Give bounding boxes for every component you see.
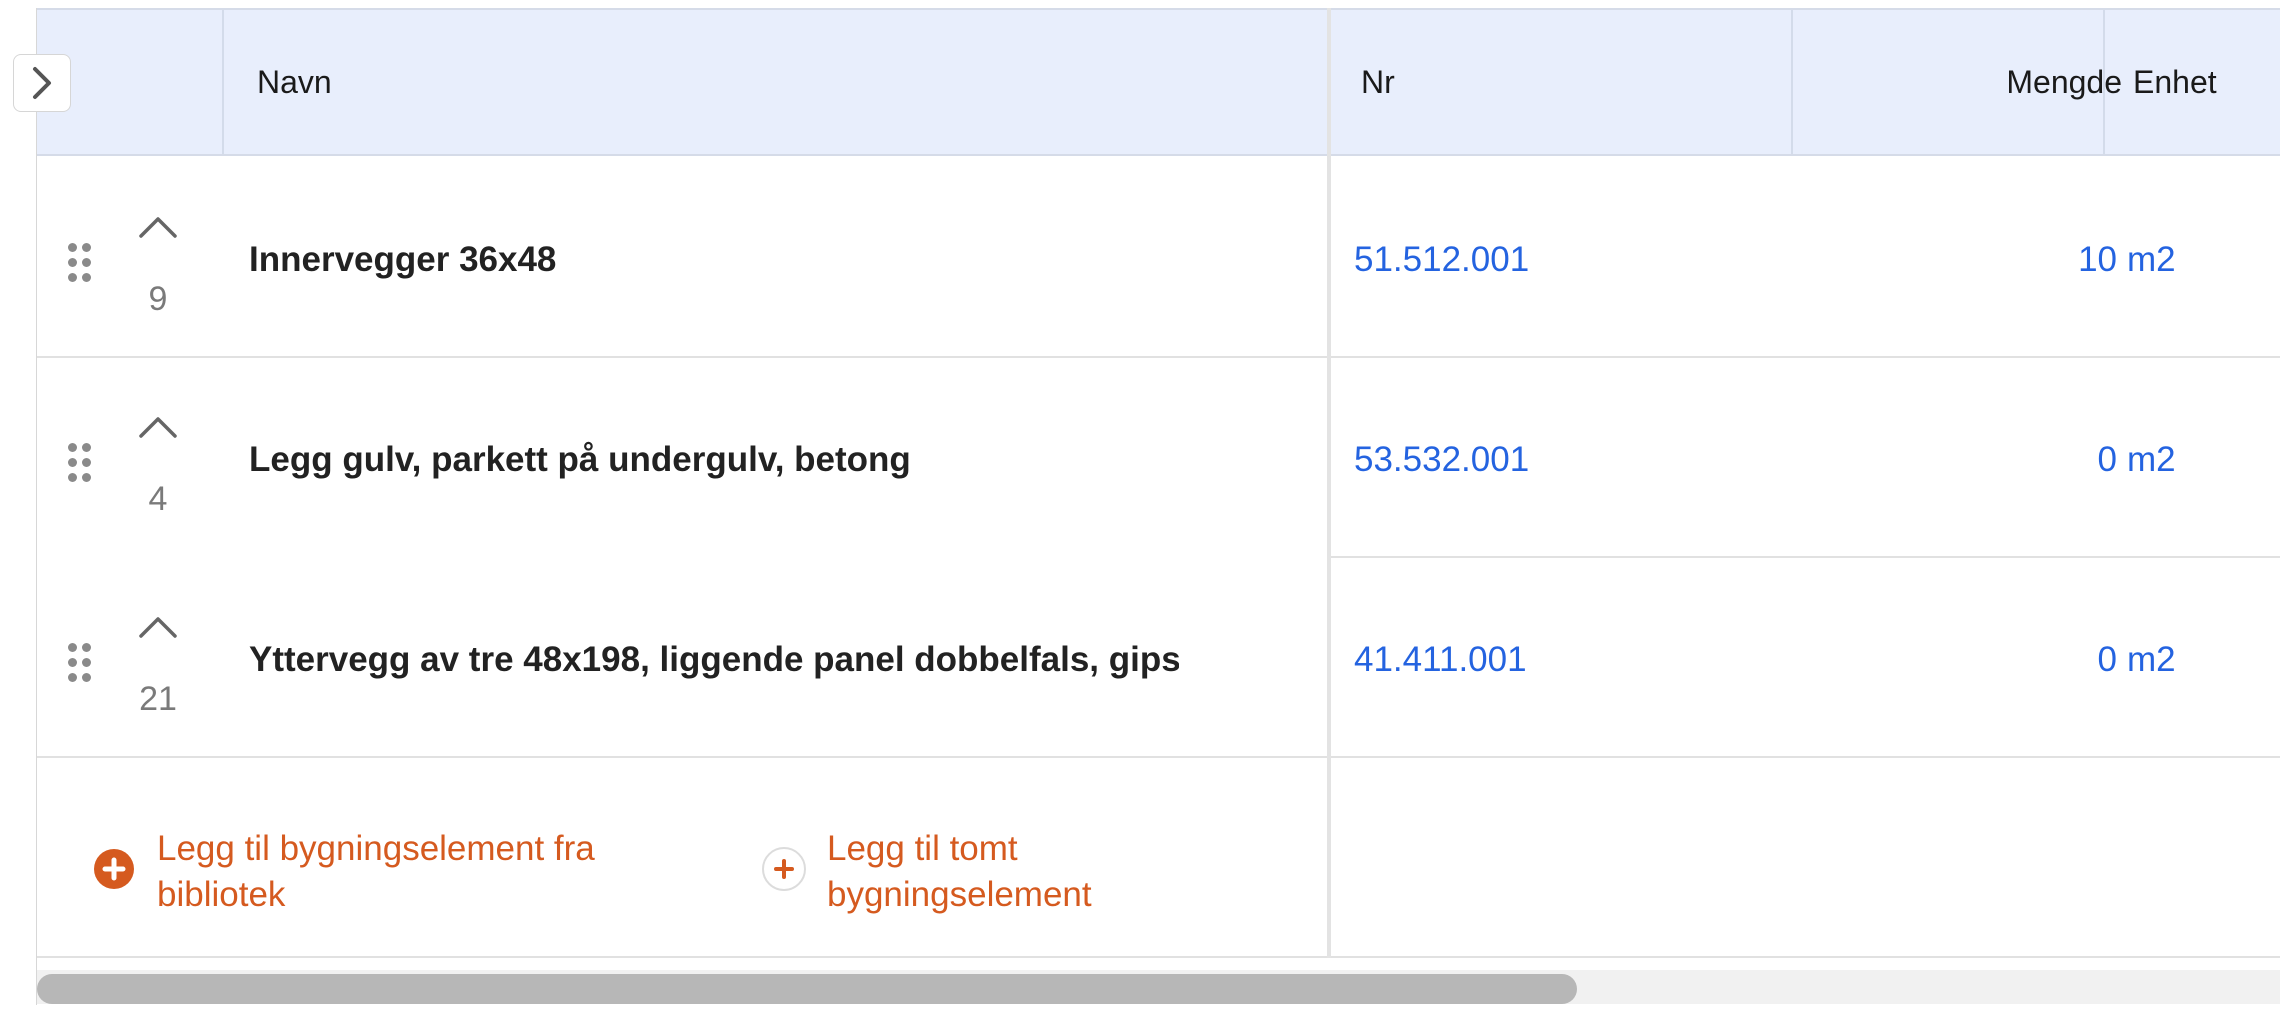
row-quantity[interactable]: 0 [1077,640,2117,680]
drag-handle-icon[interactable] [68,443,92,483]
header-divider [1791,10,1793,154]
column-header-unit[interactable]: Enhet [2133,10,2217,154]
row-unit[interactable]: m2 [2127,440,2176,480]
table-row[interactable]: 4 Legg gulv, parkett på undergulv, beton… [37,358,2280,558]
expand-sidebar-button[interactable] [13,54,71,112]
row-quantity[interactable]: 10 [1077,240,2117,280]
row-name[interactable]: Innervegger 36x48 [249,240,1179,280]
column-header-name[interactable]: Navn [257,10,332,154]
scrollbar-thumb[interactable] [37,974,1577,1004]
row-count: 21 [139,680,177,718]
row-quantity[interactable]: 0 [1077,440,2117,480]
drag-handle-icon[interactable] [68,643,92,683]
header-divider [2103,10,2105,154]
row-unit[interactable]: m2 [2127,640,2176,680]
row-count: 9 [148,280,168,318]
column-header-nr[interactable]: Nr [1361,10,1395,154]
add-empty-element-button[interactable]: Legg til tomt bygningselement [761,826,1161,918]
building-elements-table: Navn Nr Mengde Enhet 9 Innervegger 36x48… [37,8,2280,958]
plus-circle-filled-icon [94,849,134,889]
table-header: Navn Nr Mengde Enhet [37,8,2280,156]
chevron-up-icon[interactable] [138,614,178,640]
add-empty-element-label: Legg til tomt bygningselement [827,829,1092,914]
table-row[interactable]: 9 Innervegger 36x48 51.512.001 10 m2 [37,158,2280,358]
chevron-right-icon [33,67,51,99]
row-name[interactable]: Legg gulv, parkett på undergulv, betong [249,440,1179,480]
add-from-library-label: Legg til bygningselement fra bibliotek [157,829,595,914]
header-divider [222,10,224,154]
row-count: 4 [148,480,168,518]
drag-handle-icon[interactable] [68,243,92,283]
chevron-up-icon[interactable] [138,414,178,440]
row-unit[interactable]: m2 [2127,240,2176,280]
chevron-up-icon[interactable] [138,214,178,240]
table-row[interactable]: 21 Yttervegg av tre 48x198, liggende pan… [37,558,2280,758]
plus-circle-outline-icon [762,847,806,891]
column-header-quantity[interactable]: Mengde [1797,10,2122,154]
add-from-library-button[interactable]: Legg til bygningselement fra bibliotek [93,826,653,918]
frozen-column-divider [1327,8,1331,958]
row-name[interactable]: Yttervegg av tre 48x198, liggende panel … [249,640,1179,680]
actions-row: Legg til bygningselement fra bibliotek L… [37,758,2280,958]
horizontal-scrollbar[interactable] [37,970,2280,1004]
